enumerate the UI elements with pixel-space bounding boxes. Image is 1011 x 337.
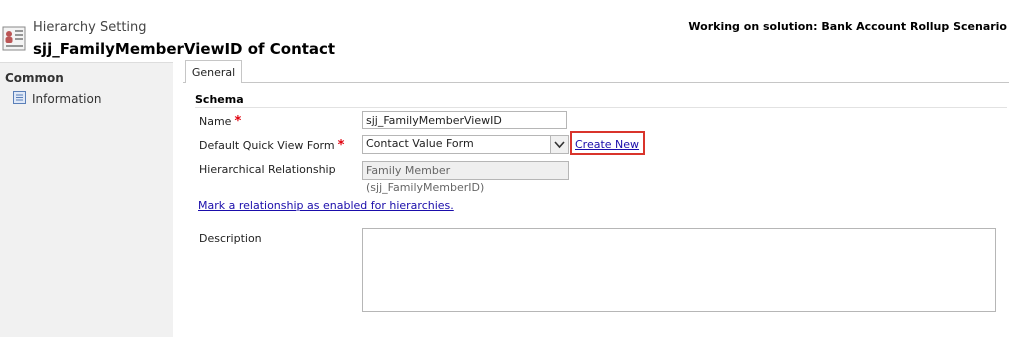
- entity-type-label: Hierarchy Setting: [33, 20, 147, 35]
- name-label: Name *: [199, 114, 241, 129]
- sidebar-group-common: Common: [5, 71, 64, 85]
- section-title-schema: Schema: [195, 93, 244, 106]
- hierarchical-relationship-field: Family Member (sjj_FamilyMemberID): [362, 161, 569, 194]
- page-title: sjj_FamilyMemberViewID of Contact: [33, 40, 336, 58]
- section-divider: [195, 107, 1007, 108]
- hierarchy-setting-icon: [2, 26, 28, 52]
- sidebar-item-information[interactable]: Information: [13, 90, 101, 108]
- description-label: Description: [199, 232, 262, 245]
- tab-divider: [183, 82, 1009, 83]
- mark-hierarchy-link[interactable]: Mark a relationship as enabled for hiera…: [198, 199, 454, 212]
- name-label-text: Name: [199, 115, 232, 128]
- required-marker: *: [234, 114, 242, 129]
- sidebar-item-label: Information: [32, 92, 102, 106]
- name-field[interactable]: [362, 111, 567, 129]
- quick-view-form-value: Contact Value Form: [366, 137, 474, 150]
- tab-general[interactable]: General: [185, 60, 242, 83]
- relationship-label: Hierarchical Relationship: [199, 163, 336, 176]
- quick-view-label: Default Quick View Form *: [199, 138, 344, 153]
- create-new-link[interactable]: Create New: [575, 138, 639, 151]
- chevron-down-icon[interactable]: [550, 136, 568, 153]
- description-field[interactable]: [362, 228, 996, 312]
- form-icon: [13, 91, 26, 107]
- sidebar: Common Information: [0, 62, 173, 337]
- required-marker: *: [337, 138, 345, 153]
- quick-view-label-text: Default Quick View Form: [199, 139, 335, 152]
- solution-label: Working on solution: Bank Account Rollup…: [688, 20, 1007, 33]
- quick-view-form-select[interactable]: Contact Value Form: [362, 135, 569, 154]
